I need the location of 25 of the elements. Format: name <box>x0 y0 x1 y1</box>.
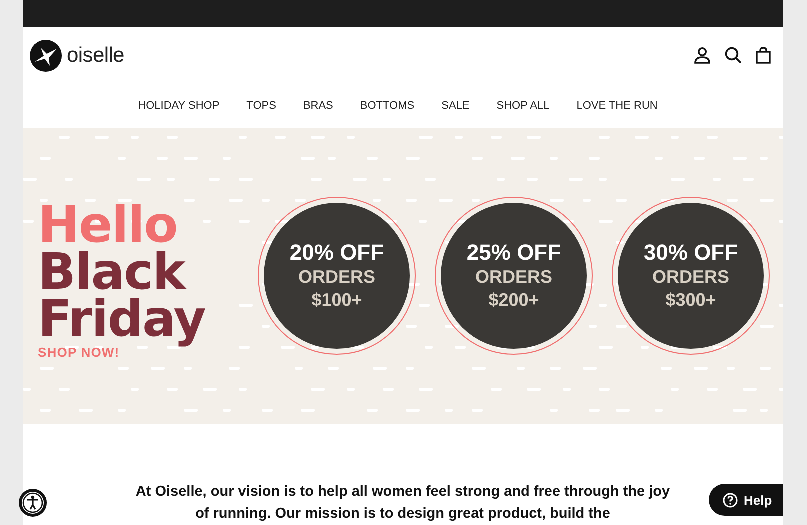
question-icon <box>723 492 738 508</box>
help-button[interactable]: Help <box>709 484 783 516</box>
offer-amount: $300+ <box>666 289 716 312</box>
offer-text: ORDERS <box>652 266 730 289</box>
offer-amount: $200+ <box>488 289 540 312</box>
nav-link[interactable]: BRAS <box>303 100 334 112</box>
offer-text: ORDERS <box>298 266 376 289</box>
offer-text: ORDERS <box>475 266 552 289</box>
account-icon[interactable] <box>694 47 711 64</box>
bag-icon[interactable] <box>756 47 771 64</box>
nav-link[interactable]: BOTTOMS <box>360 100 415 112</box>
discount-text: 20% OFF <box>290 240 384 266</box>
nav-link[interactable]: TOPS <box>246 100 276 112</box>
discount-text: 30% OFF <box>644 240 738 266</box>
nav-link[interactable]: LOVE THE RUN <box>576 100 658 112</box>
search-icon[interactable] <box>725 47 742 64</box>
offer-amount: $100+ <box>312 289 362 312</box>
nav-link[interactable]: SHOP ALL <box>496 100 550 112</box>
accessibility-icon[interactable] <box>18 488 48 518</box>
discount-text: 25% OFF <box>466 240 562 266</box>
nav-link[interactable]: SALE <box>442 100 470 112</box>
mission-text: At Oiselle, our vision is to help all women feel strong and free through the joy of running. Our mission is to design great product, build the <box>134 483 672 524</box>
nav-link[interactable]: HOLIDAY SHOP <box>138 100 220 112</box>
logo-text[interactable]: oiselle <box>67 44 124 68</box>
bird-logo-icon[interactable] <box>30 40 62 72</box>
